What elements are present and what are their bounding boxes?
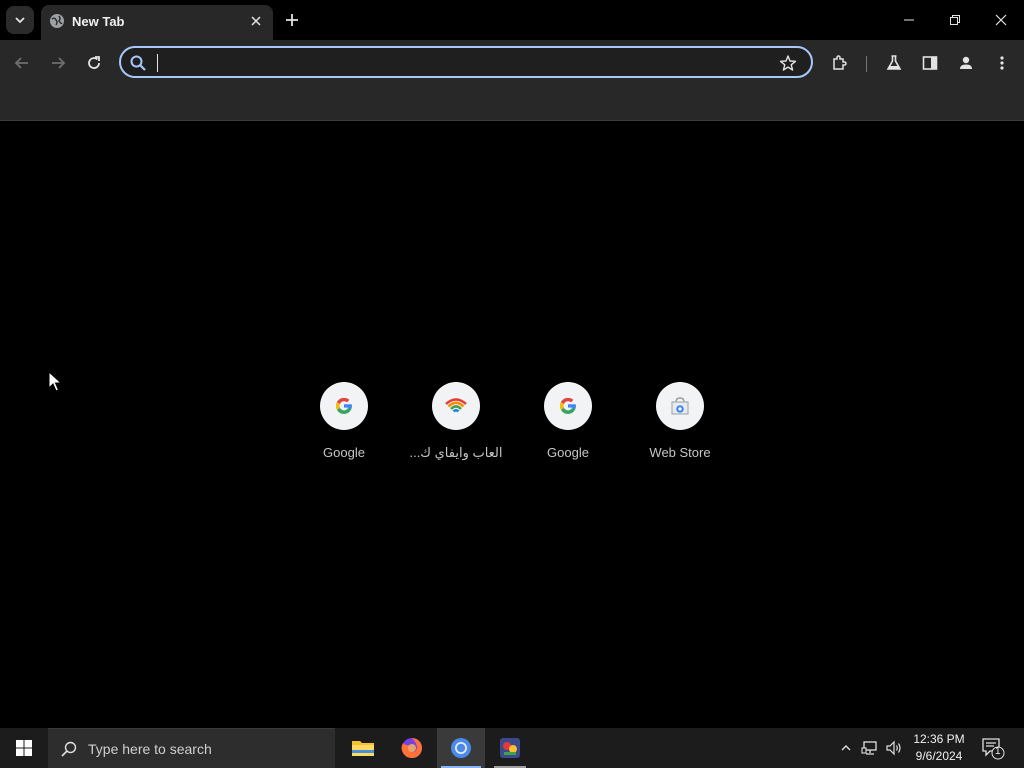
taskbar-search-box[interactable]: Type here to search [48,728,335,768]
search-icon [61,741,77,757]
web-store-icon [671,397,689,415]
restore-button[interactable] [932,0,978,40]
arrow-right-icon [52,57,66,69]
windows-logo-icon [16,740,32,756]
shortcut-icon-container [656,382,704,430]
shortcut-icon-container [544,382,592,430]
start-button[interactable] [0,728,48,768]
new-tab-button[interactable] [281,9,303,31]
back-button[interactable] [9,50,35,76]
address-input[interactable] [154,52,774,74]
wifi-rainbow-icon [445,398,467,413]
firefox-icon [401,738,422,759]
notification-count-badge: 1 [995,746,1001,757]
shortcut-label: العاب وايفاي ك... [409,445,503,460]
menu-button[interactable] [989,50,1015,76]
tab-close-button[interactable] [247,12,265,30]
taskbar-search-placeholder: Type here to search [88,741,212,757]
tab-new-tab[interactable]: New Tab [41,5,273,40]
kebab-menu-icon [1000,56,1004,70]
new-tab-page: Google العاب وايفاي ك... Google Web Stor… [0,121,1024,728]
taskbar: Type here to search 12:36 PM 9/6/2024 1 [0,728,1024,768]
firefox-app[interactable] [388,728,436,768]
game-app-icon [500,738,520,758]
toolbar-divider [866,56,867,72]
shortcut-tile[interactable]: Google [512,380,624,470]
taskbar-clock[interactable]: 12:36 PM 9/6/2024 [910,731,968,765]
chevron-down-icon [15,17,25,24]
google-g-icon [335,397,352,414]
shortcut-icon-container [320,382,368,430]
shortcut-tile[interactable]: Google [288,380,400,470]
chrome-app[interactable] [437,728,485,768]
tab-search-button[interactable] [6,6,34,34]
close-icon [995,14,1007,26]
chevron-up-icon [841,745,851,751]
close-icon [251,16,261,26]
volume-button[interactable] [884,738,904,758]
shortcut-tile[interactable]: العاب وايفاي ك... [400,380,512,470]
plus-icon [286,14,298,26]
profile-button[interactable] [953,50,979,76]
minimize-icon [904,19,914,21]
labs-button[interactable] [881,50,907,76]
tab-title: New Tab [72,14,125,29]
person-icon [960,56,972,69]
toolbar [0,40,1024,86]
shortcut-label: Google [547,445,589,460]
minimize-button[interactable] [886,0,932,40]
globe-icon [50,14,64,28]
arrow-left-icon [14,57,28,69]
side-panel-button[interactable] [917,50,943,76]
search-icon [130,55,146,71]
reload-icon [88,56,100,69]
reload-button[interactable] [81,50,107,76]
notification-icon [982,738,1005,760]
tab-strip: New Tab [0,0,1024,40]
restore-icon [950,15,960,25]
speaker-icon [886,740,901,756]
extensions-button[interactable] [827,50,853,76]
clock-time: 12:36 PM [913,732,965,746]
puzzle-icon [833,55,847,70]
notifications-button[interactable]: 1 [978,736,1006,760]
clock-date: 9/6/2024 [915,749,963,763]
bookmark-star-icon[interactable] [779,54,797,72]
network-button[interactable] [860,738,880,758]
game-app[interactable] [486,728,534,768]
folder-icon [352,741,374,756]
show-hidden-icons-button[interactable] [836,738,856,758]
forward-button[interactable] [45,50,71,76]
shortcut-tile[interactable]: Web Store [624,380,736,470]
network-icon [861,741,877,755]
text-caret [157,54,158,72]
file-explorer-app[interactable] [339,728,387,768]
browser-window: New Tab Google العاب وايفاي ك... Google … [0,0,1024,728]
shortcut-label: Web Store [649,445,711,460]
flask-icon [886,55,902,70]
mouse-pointer-icon [48,371,62,392]
chrome-icon [451,738,471,758]
omnibox[interactable] [119,46,813,78]
google-g-icon [559,397,576,414]
shortcut-icon-container [432,382,480,430]
shortcut-label: Google [323,445,365,460]
close-window-button[interactable] [978,0,1024,40]
bookmarks-bar [0,86,1024,121]
side-panel-icon [922,56,938,70]
